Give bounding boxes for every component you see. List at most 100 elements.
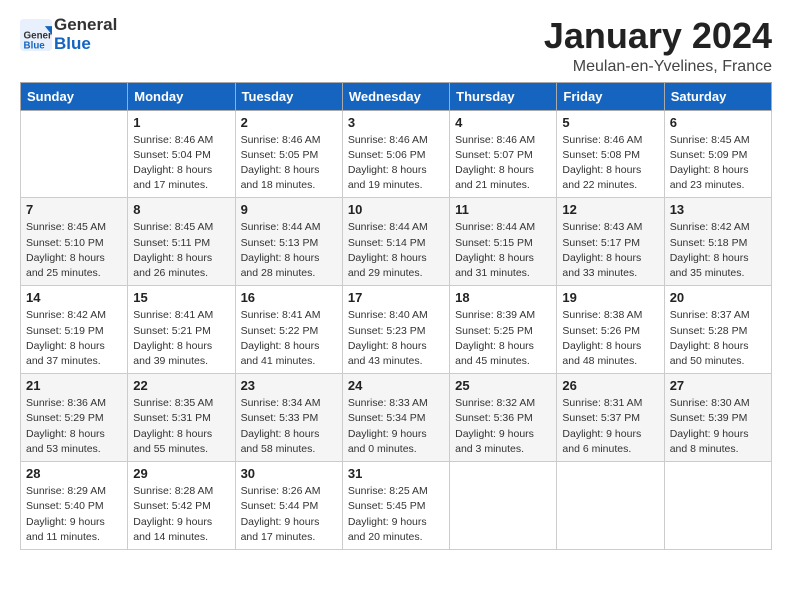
day-info: Sunrise: 8:30 AM Sunset: 5:39 PM Dayligh… — [670, 396, 766, 457]
calendar-header-row: SundayMondayTuesdayWednesdayThursdayFrid… — [21, 82, 772, 110]
day-info: Sunrise: 8:26 AM Sunset: 5:44 PM Dayligh… — [241, 484, 337, 545]
header-row: General Blue General Blue January 2024 M… — [20, 16, 772, 76]
month-title: January 2024 — [544, 16, 772, 56]
day-number: 30 — [241, 466, 337, 481]
day-number: 17 — [348, 290, 444, 305]
day-number: 7 — [26, 202, 122, 217]
day-info: Sunrise: 8:46 AM Sunset: 5:05 PM Dayligh… — [241, 133, 337, 194]
day-number: 8 — [133, 202, 229, 217]
calendar-cell — [664, 462, 771, 550]
calendar-cell: 4 Sunrise: 8:46 AM Sunset: 5:07 PM Daylig… — [450, 110, 557, 198]
day-number: 22 — [133, 378, 229, 393]
calendar-cell: 11 Sunrise: 8:44 AM Sunset: 5:15 PM Dayli… — [450, 198, 557, 286]
day-number: 3 — [348, 115, 444, 130]
calendar-cell — [21, 110, 128, 198]
calendar-cell: 13 Sunrise: 8:42 AM Sunset: 5:18 PM Dayli… — [664, 198, 771, 286]
location: Meulan-en-Yvelines, France — [544, 58, 772, 76]
day-number: 6 — [670, 115, 766, 130]
calendar-cell: 3 Sunrise: 8:46 AM Sunset: 5:06 PM Daylig… — [342, 110, 449, 198]
day-info: Sunrise: 8:46 AM Sunset: 5:07 PM Dayligh… — [455, 133, 551, 194]
day-number: 11 — [455, 202, 551, 217]
day-number: 15 — [133, 290, 229, 305]
day-number: 28 — [26, 466, 122, 481]
day-number: 19 — [562, 290, 658, 305]
day-number: 1 — [133, 115, 229, 130]
calendar-cell: 20Sunrise: 8:37 AM Sunset: 5:28 PM Dayli… — [664, 286, 771, 374]
day-info: Sunrise: 8:45 AM Sunset: 5:09 PM Dayligh… — [670, 133, 766, 194]
day-header-monday: Monday — [128, 82, 235, 110]
day-info: Sunrise: 8:34 AM Sunset: 5:33 PM Dayligh… — [241, 396, 337, 457]
day-number: 10 — [348, 202, 444, 217]
day-number: 14 — [26, 290, 122, 305]
day-number: 16 — [241, 290, 337, 305]
calendar-cell: 14 Sunrise: 8:42 AM Sunset: 5:19 PM Dayli… — [21, 286, 128, 374]
day-info: Sunrise: 8:31 AM Sunset: 5:37 PM Dayligh… — [562, 396, 658, 457]
calendar-cell: 30 Sunrise: 8:26 AM Sunset: 5:44 PM Dayli… — [235, 462, 342, 550]
calendar-cell: 26 Sunrise: 8:31 AM Sunset: 5:37 PM Dayli… — [557, 374, 664, 462]
calendar-cell: 2 Sunrise: 8:46 AM Sunset: 5:05 PM Daylig… — [235, 110, 342, 198]
logo-icon: General Blue — [20, 19, 52, 51]
calendar-cell: 12Sunrise: 8:43 AM Sunset: 5:17 PM Dayli… — [557, 198, 664, 286]
calendar-week-row: 1 Sunrise: 8:46 AM Sunset: 5:04 PM Daylig… — [21, 110, 772, 198]
day-number: 9 — [241, 202, 337, 217]
day-info: Sunrise: 8:44 AM Sunset: 5:14 PM Dayligh… — [348, 220, 444, 281]
day-number: 13 — [670, 202, 766, 217]
day-header-wednesday: Wednesday — [342, 82, 449, 110]
day-number: 20 — [670, 290, 766, 305]
day-header-sunday: Sunday — [21, 82, 128, 110]
calendar-cell: 15 Sunrise: 8:41 AM Sunset: 5:21 PM Dayli… — [128, 286, 235, 374]
day-info: Sunrise: 8:32 AM Sunset: 5:36 PM Dayligh… — [455, 396, 551, 457]
day-info: Sunrise: 8:36 AM Sunset: 5:29 PM Dayligh… — [26, 396, 122, 457]
calendar-cell — [557, 462, 664, 550]
day-info: Sunrise: 8:42 AM Sunset: 5:19 PM Dayligh… — [26, 308, 122, 369]
calendar-cell: 24 Sunrise: 8:33 AM Sunset: 5:34 PM Dayli… — [342, 374, 449, 462]
day-number: 25 — [455, 378, 551, 393]
calendar-cell: 23 Sunrise: 8:34 AM Sunset: 5:33 PM Dayli… — [235, 374, 342, 462]
calendar-cell: 1 Sunrise: 8:46 AM Sunset: 5:04 PM Daylig… — [128, 110, 235, 198]
day-info: Sunrise: 8:44 AM Sunset: 5:15 PM Dayligh… — [455, 220, 551, 281]
day-info: Sunrise: 8:45 AM Sunset: 5:11 PM Dayligh… — [133, 220, 229, 281]
day-info: Sunrise: 8:29 AM Sunset: 5:40 PM Dayligh… — [26, 484, 122, 545]
calendar-cell: 21Sunrise: 8:36 AM Sunset: 5:29 PM Dayli… — [21, 374, 128, 462]
calendar-cell: 18 Sunrise: 8:39 AM Sunset: 5:25 PM Dayli… — [450, 286, 557, 374]
day-info: Sunrise: 8:39 AM Sunset: 5:25 PM Dayligh… — [455, 308, 551, 369]
day-info: Sunrise: 8:25 AM Sunset: 5:45 PM Dayligh… — [348, 484, 444, 545]
day-number: 12 — [562, 202, 658, 217]
calendar-cell: 19Sunrise: 8:38 AM Sunset: 5:26 PM Dayli… — [557, 286, 664, 374]
day-info: Sunrise: 8:46 AM Sunset: 5:04 PM Dayligh… — [133, 133, 229, 194]
day-number: 18 — [455, 290, 551, 305]
logo: General Blue General Blue — [20, 16, 117, 53]
calendar-cell: 28 Sunrise: 8:29 AM Sunset: 5:40 PM Dayli… — [21, 462, 128, 550]
day-number: 2 — [241, 115, 337, 130]
calendar-cell: 22 Sunrise: 8:35 AM Sunset: 5:31 PM Dayli… — [128, 374, 235, 462]
logo-blue: Blue — [54, 35, 117, 54]
day-number: 31 — [348, 466, 444, 481]
calendar-cell: 10 Sunrise: 8:44 AM Sunset: 5:14 PM Dayli… — [342, 198, 449, 286]
day-number: 26 — [562, 378, 658, 393]
svg-text:Blue: Blue — [24, 40, 46, 51]
day-info: Sunrise: 8:45 AM Sunset: 5:10 PM Dayligh… — [26, 220, 122, 281]
calendar-table: SundayMondayTuesdayWednesdayThursdayFrid… — [20, 82, 772, 550]
day-number: 29 — [133, 466, 229, 481]
day-number: 27 — [670, 378, 766, 393]
calendar-cell: 7 Sunrise: 8:45 AM Sunset: 5:10 PM Daylig… — [21, 198, 128, 286]
day-info: Sunrise: 8:46 AM Sunset: 5:06 PM Dayligh… — [348, 133, 444, 194]
calendar-cell: 6 Sunrise: 8:45 AM Sunset: 5:09 PM Daylig… — [664, 110, 771, 198]
day-info: Sunrise: 8:42 AM Sunset: 5:18 PM Dayligh… — [670, 220, 766, 281]
day-info: Sunrise: 8:44 AM Sunset: 5:13 PM Dayligh… — [241, 220, 337, 281]
day-info: Sunrise: 8:41 AM Sunset: 5:22 PM Dayligh… — [241, 308, 337, 369]
day-info: Sunrise: 8:33 AM Sunset: 5:34 PM Dayligh… — [348, 396, 444, 457]
day-header-tuesday: Tuesday — [235, 82, 342, 110]
calendar-week-row: 28 Sunrise: 8:29 AM Sunset: 5:40 PM Dayli… — [21, 462, 772, 550]
day-number: 23 — [241, 378, 337, 393]
day-info: Sunrise: 8:35 AM Sunset: 5:31 PM Dayligh… — [133, 396, 229, 457]
day-info: Sunrise: 8:41 AM Sunset: 5:21 PM Dayligh… — [133, 308, 229, 369]
day-number: 24 — [348, 378, 444, 393]
calendar-cell: 27 Sunrise: 8:30 AM Sunset: 5:39 PM Dayli… — [664, 374, 771, 462]
day-number: 5 — [562, 115, 658, 130]
day-info: Sunrise: 8:46 AM Sunset: 5:08 PM Dayligh… — [562, 133, 658, 194]
title-block: January 2024 Meulan-en-Yvelines, France — [544, 16, 772, 76]
day-header-thursday: Thursday — [450, 82, 557, 110]
calendar-cell: 8 Sunrise: 8:45 AM Sunset: 5:11 PM Daylig… — [128, 198, 235, 286]
day-number: 4 — [455, 115, 551, 130]
